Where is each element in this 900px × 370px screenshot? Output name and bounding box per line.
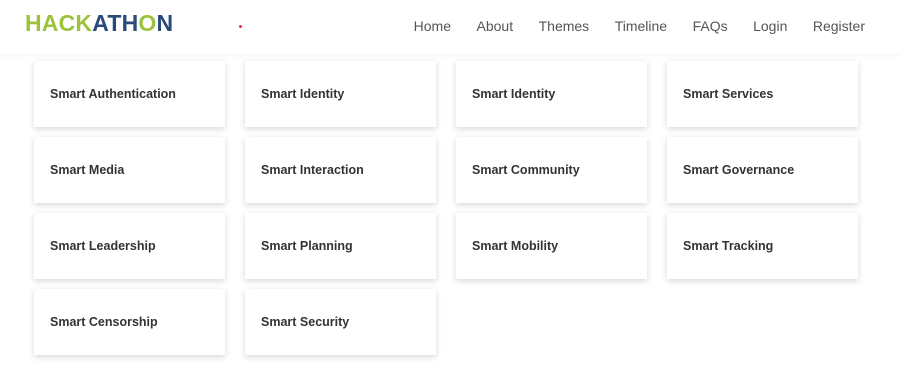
theme-card-title: Smart Leadership	[50, 239, 156, 253]
theme-card-title: Smart Governance	[683, 163, 795, 177]
theme-card-title: Smart Media	[50, 163, 125, 177]
theme-card-title: Smart Community	[472, 163, 580, 177]
logo-part-n: N	[156, 10, 174, 36]
theme-card[interactable]: Smart Governance	[667, 137, 858, 203]
logo-part-ath: ATH	[92, 10, 139, 36]
theme-card-title: Smart Identity	[472, 87, 556, 101]
theme-card[interactable]: Smart Identity	[245, 61, 436, 127]
nav-item-themes[interactable]: Themes	[539, 18, 590, 34]
nav-item-faqs[interactable]: FAQs	[693, 18, 728, 34]
theme-card-title: Smart Planning	[261, 239, 353, 253]
theme-card-title: Smart Interaction	[261, 163, 364, 177]
nav-menu: Home About Themes Timeline FAQs Login Re…	[414, 18, 865, 34]
theme-card[interactable]: Smart Tracking	[667, 213, 858, 279]
nav-item-login[interactable]: Login	[753, 18, 787, 34]
theme-card[interactable]: Smart Leadership	[34, 213, 225, 279]
theme-card[interactable]: Smart Identity	[456, 61, 647, 127]
theme-card[interactable]: Smart Community	[456, 137, 647, 203]
themes-grid: Smart Authentication Smart Identity Smar…	[34, 61, 858, 355]
theme-card[interactable]: Smart Authentication	[34, 61, 225, 127]
navbar: HACKATHON Home About Themes Timeline FAQ…	[0, 0, 900, 54]
logo-part-hack: HACK	[25, 10, 93, 36]
theme-card[interactable]: Smart Planning	[245, 213, 436, 279]
theme-card[interactable]: Smart Interaction	[245, 137, 436, 203]
hackathon-logo[interactable]: HACKATHON	[25, 10, 173, 36]
nav-item-home[interactable]: Home	[414, 18, 451, 34]
theme-card-title: Smart Security	[261, 315, 350, 329]
theme-card[interactable]: Smart Media	[34, 137, 225, 203]
nav-item-register[interactable]: Register	[813, 18, 865, 34]
nav-item-timeline[interactable]: Timeline	[615, 18, 667, 34]
theme-card-title: Smart Services	[683, 87, 774, 101]
logo-part-o: O	[138, 10, 157, 36]
theme-card-title: Smart Identity	[261, 87, 345, 101]
theme-card[interactable]: Smart Mobility	[456, 213, 647, 279]
theme-card[interactable]: Smart Security	[245, 289, 436, 355]
nav-item-about[interactable]: About	[477, 18, 514, 34]
theme-card-title: Smart Mobility	[472, 239, 559, 253]
theme-card[interactable]: Smart Censorship	[34, 289, 225, 355]
decorative-dot	[239, 25, 242, 28]
theme-card-title: Smart Authentication	[50, 87, 176, 101]
theme-card-title: Smart Tracking	[683, 239, 774, 253]
theme-card[interactable]: Smart Services	[667, 61, 858, 127]
theme-card-title: Smart Censorship	[50, 315, 158, 329]
